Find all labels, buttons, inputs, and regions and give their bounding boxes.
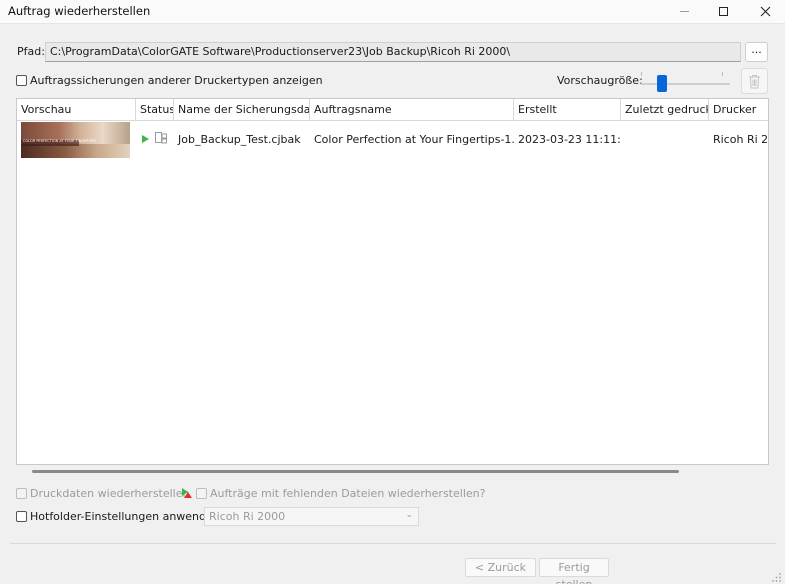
restore-missing-files-label: Aufträge mit fehlenden Dateien wiederher… (210, 487, 486, 500)
show-other-printer-types-label: Auftragssicherungen anderer Druckertypen… (30, 74, 323, 87)
window-title: Auftrag wiederherstellen (8, 4, 151, 18)
checkbox-box[interactable] (16, 488, 27, 499)
resize-grip-icon[interactable] (770, 571, 782, 583)
last-printed-cell (621, 121, 709, 159)
path-field[interactable]: C:\ProgramData\ColorGATE Software\Produc… (45, 42, 741, 62)
finish-button[interactable]: Fertig stellen (539, 558, 609, 584)
job-file-icon (154, 132, 167, 144)
slider-track (641, 83, 730, 85)
created-cell: 2023-03-23 11:11:02 (518, 133, 621, 146)
preview-size-slider[interactable] (641, 72, 731, 94)
column-header-preview[interactable]: Vorschau (17, 99, 136, 121)
restore-print-data-checkbox[interactable]: Druckdaten wiederherstellen (16, 487, 189, 500)
delete-button[interactable] (741, 68, 768, 94)
column-header-job-name[interactable]: Auftragsname (310, 99, 514, 121)
hotfolder-select-value: Ricoh Ri 2000 (209, 510, 286, 523)
show-other-printer-types-checkbox[interactable]: Auftragssicherungen anderer Druckertypen… (16, 74, 323, 87)
preview-cell: COLOR PERFECTION AT YOUR FINGERTIPS (17, 121, 136, 159)
slider-tick (722, 72, 723, 76)
table-header: Vorschau Status Name der Sicherungsdatei… (17, 99, 768, 121)
missing-files-icon (182, 488, 192, 498)
title-bar: Auftrag wiederherstellen (0, 0, 785, 24)
restore-missing-files-checkbox[interactable]: Aufträge mit fehlenden Dateien wiederher… (196, 487, 485, 500)
browse-button[interactable]: ... (745, 42, 768, 62)
slider-tick (641, 72, 642, 76)
thumbnail-books (21, 144, 130, 158)
maximize-button[interactable] (703, 0, 743, 22)
restore-print-data-label: Druckdaten wiederherstellen (30, 487, 190, 500)
checkbox-box[interactable] (196, 488, 207, 499)
column-header-printer[interactable]: Drucker (709, 99, 768, 121)
back-button[interactable]: < Zurück (465, 558, 536, 577)
footer-divider (10, 543, 776, 544)
job-preview-thumbnail: COLOR PERFECTION AT YOUR FINGERTIPS (21, 122, 130, 158)
column-header-last-printed[interactable]: Zuletzt gedruckt (621, 99, 709, 121)
job-name-cell: Color Perfection at Your Fingertips-1.pn… (314, 133, 514, 146)
apply-hotfolder-checkbox[interactable]: Hotfolder-Einstellungen anwenden (16, 510, 220, 523)
table-row[interactable]: COLOR PERFECTION AT YOUR FINGERTIPS Job_… (17, 121, 768, 159)
column-header-created[interactable]: Erstellt (514, 99, 621, 121)
chevron-down-icon: ⌄ (405, 510, 413, 520)
backup-table[interactable]: Vorschau Status Name der Sicherungsdatei… (16, 98, 769, 465)
slider-thumb[interactable] (657, 75, 667, 92)
horizontal-scrollbar[interactable] (32, 470, 679, 473)
apply-hotfolder-label: Hotfolder-Einstellungen anwenden (30, 510, 220, 523)
minimize-button[interactable] (664, 0, 704, 22)
printer-cell: Ricoh Ri 2000 (713, 133, 769, 146)
thumbnail-caption: COLOR PERFECTION AT YOUR FINGERTIPS (23, 139, 96, 143)
close-icon (760, 6, 770, 16)
checkbox-box[interactable] (16, 511, 27, 522)
minimize-icon (679, 10, 689, 12)
preview-size-label: Vorschaugröße: (557, 74, 643, 87)
column-header-file-name[interactable]: Name der Sicherungsdatei (174, 99, 310, 121)
play-icon (142, 135, 149, 143)
path-label: Pfad: (17, 45, 45, 58)
hotfolder-select[interactable]: Ricoh Ri 2000 ⌄ (204, 507, 419, 526)
trash-icon (749, 74, 760, 88)
close-button[interactable] (745, 0, 785, 22)
maximize-icon (718, 6, 728, 16)
checkbox-box[interactable] (16, 75, 27, 86)
status-cell (136, 121, 174, 159)
column-header-status[interactable]: Status (136, 99, 174, 121)
file-name-cell: Job_Backup_Test.cjbak (178, 133, 301, 146)
